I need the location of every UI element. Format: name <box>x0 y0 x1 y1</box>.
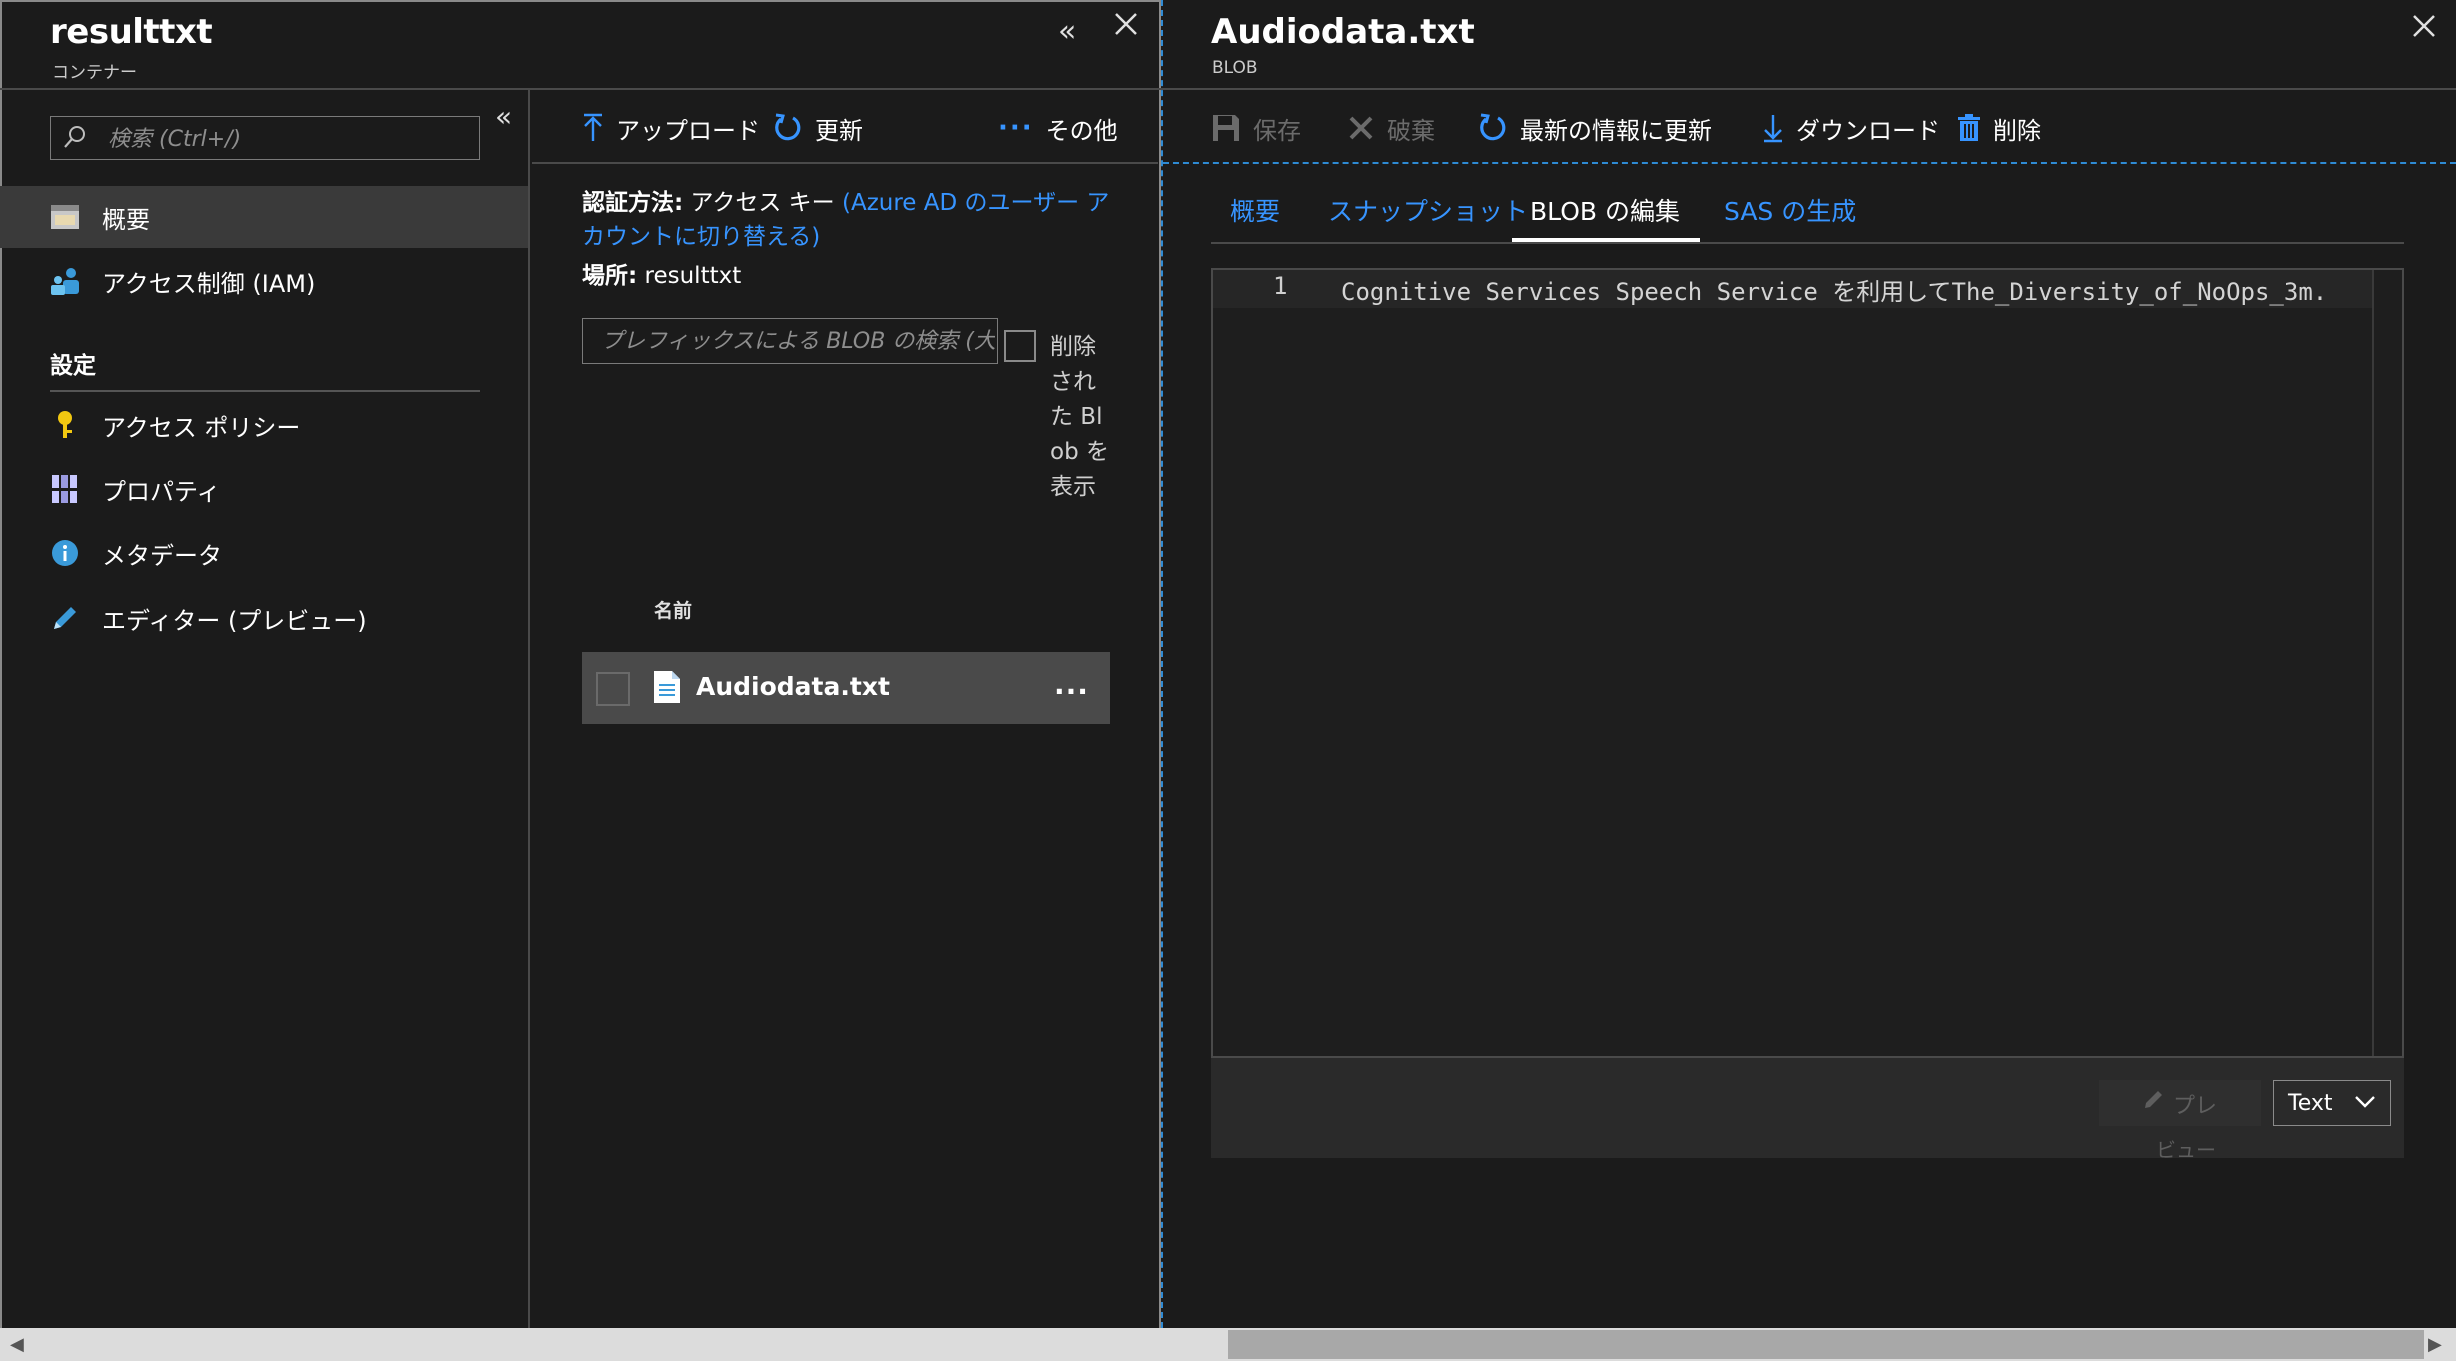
refresh-icon <box>1478 113 1508 143</box>
blob-name[interactable]: Audiodata.txt <box>696 672 890 701</box>
nav-item-properties[interactable]: プロパティ <box>0 458 528 520</box>
save-icon <box>1211 113 1241 143</box>
column-header-name[interactable]: 名前 <box>654 596 692 623</box>
preview-label: プレ <box>2172 1094 2217 1119</box>
show-deleted-blobs-checkbox[interactable] <box>1004 330 1036 362</box>
editor-scrollbar[interactable] <box>2372 270 2374 1056</box>
more-label: その他 <box>1045 116 1118 145</box>
container-title: resulttxt <box>50 12 213 52</box>
discard-x-icon <box>1347 114 1375 142</box>
format-dropdown-value: Text <box>2288 1090 2333 1116</box>
discard-button[interactable]: 破棄 <box>1347 108 1435 148</box>
nav-item-access-policy[interactable]: アクセス ポリシー <box>0 394 528 456</box>
nav-item-label: 概要 <box>102 205 150 234</box>
info-icon <box>48 536 82 570</box>
people-icon <box>48 264 82 298</box>
nav-item-label: アクセス制御 (IAM) <box>102 269 316 298</box>
nav-item-label: エディター (プレビュー) <box>102 606 367 635</box>
discard-label: 破棄 <box>1387 116 1435 145</box>
blob-title: Audiodata.txt <box>1211 12 1475 52</box>
pencil-icon <box>48 601 82 635</box>
settings-section-header: 設定 <box>50 353 96 379</box>
properties-icon <box>48 472 82 506</box>
upload-label: アップロード <box>616 116 760 145</box>
location-value: resulttxt <box>644 263 742 289</box>
line-number: 1 <box>1273 272 1288 300</box>
tab-edit-blob[interactable]: BLOB の編集 <box>1530 192 1680 242</box>
more-button[interactable]: ··· その他 <box>998 108 1118 148</box>
editor-line-text[interactable]: Cognitive Services Speech Service を利用してT… <box>1341 272 2401 307</box>
trash-icon <box>1957 114 1981 142</box>
scroll-left-arrow-icon[interactable]: ◀ <box>10 1334 24 1355</box>
refresh-latest-label: 最新の情報に更新 <box>1520 116 1712 145</box>
key-icon <box>48 408 82 442</box>
collapse-menu-icon[interactable]: « <box>495 100 512 133</box>
row-checkbox[interactable] <box>596 672 630 706</box>
refresh-icon <box>773 113 803 143</box>
nav-item-label: メタデータ <box>102 541 222 570</box>
save-label: 保存 <box>1253 116 1301 145</box>
search-icon <box>62 124 88 150</box>
container-subtitle: コンテナー <box>52 63 137 83</box>
preview-label-continued: ビュー <box>2156 1138 2216 1162</box>
document-icon <box>652 670 682 708</box>
active-tab-indicator <box>1512 238 1700 242</box>
upload-button[interactable]: アップロード <box>582 108 760 148</box>
close-icon[interactable] <box>2410 12 2438 44</box>
nav-item-overview[interactable]: 概要 <box>0 186 528 248</box>
show-deleted-blobs-label: 削除された Blob を表示 <box>1050 334 1109 500</box>
row-more-button[interactable]: ... <box>1054 668 1089 701</box>
preview-button[interactable]: プレ <box>2099 1080 2261 1126</box>
scrollbar-thumb[interactable] <box>1228 1330 2424 1359</box>
code-editor[interactable] <box>1211 268 2404 1058</box>
tab-overview[interactable]: 概要 <box>1230 192 1280 242</box>
scroll-right-arrow-icon[interactable]: ▶ <box>2428 1334 2442 1355</box>
blob-prefix-search-input[interactable] <box>582 318 998 364</box>
ellipsis-icon: ··· <box>998 113 1034 143</box>
location-label: 場所: <box>582 263 638 289</box>
blob-subtitle: BLOB <box>1212 58 1258 78</box>
nav-item-label: アクセス ポリシー <box>102 413 301 442</box>
location: 場所: resulttxt <box>582 256 741 290</box>
delete-button[interactable]: 削除 <box>1957 108 2041 148</box>
auth-method-label: 認証方法: <box>582 190 684 216</box>
auth-method-value: アクセス キー <box>690 190 835 216</box>
nav-item-metadata[interactable]: メタデータ <box>0 522 528 584</box>
nav-item-label: プロパティ <box>102 477 221 506</box>
pencil-icon <box>2143 1088 2165 1116</box>
tab-snapshots[interactable]: スナップショット <box>1328 192 1528 242</box>
auth-method: 認証方法: アクセス キー (Azure AD のユーザー アカウントに切り替え… <box>582 186 1112 254</box>
chevron-double-left-icon[interactable]: « <box>1058 14 1076 49</box>
menu-search-input[interactable] <box>106 120 470 158</box>
overview-icon <box>48 200 82 234</box>
close-icon[interactable] <box>1112 10 1140 42</box>
download-icon <box>1762 113 1784 143</box>
refresh-button[interactable]: 更新 <box>773 108 863 148</box>
section-divider <box>50 390 480 392</box>
nav-item-editor-preview[interactable]: エディター (プレビュー) <box>0 587 528 649</box>
download-button[interactable]: ダウンロード <box>1762 108 1940 148</box>
refresh-latest-button[interactable]: 最新の情報に更新 <box>1478 108 1712 148</box>
delete-label: 削除 <box>1993 116 2041 145</box>
nav-item-iam[interactable]: アクセス制御 (IAM) <box>0 250 528 312</box>
download-label: ダウンロード <box>1796 116 1940 145</box>
refresh-label: 更新 <box>815 116 863 145</box>
tab-generate-sas[interactable]: SAS の生成 <box>1724 192 1856 242</box>
save-button[interactable]: 保存 <box>1211 108 1301 148</box>
upload-icon <box>582 113 604 143</box>
chevron-down-icon <box>2354 1094 2376 1114</box>
